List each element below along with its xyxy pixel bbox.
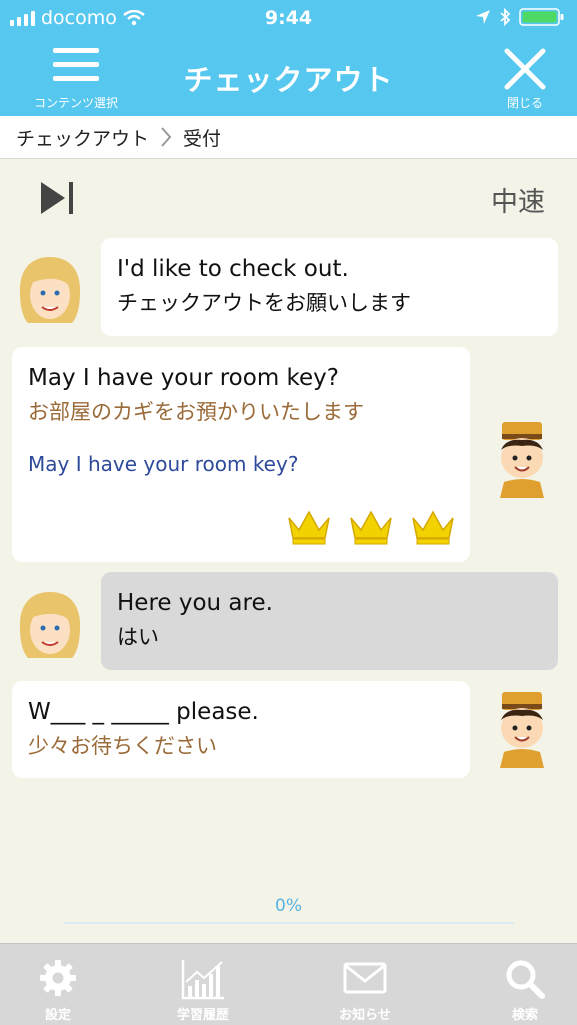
message-en: May I have your room key? [28, 365, 340, 391]
breadcrumb-current: 受付 [183, 127, 222, 150]
tab-bar: 設定 学習履歴 お知らせ 検索 [0, 943, 577, 1025]
close-icon [504, 48, 546, 90]
tab-news[interactable]: お知らせ [315, 954, 415, 1023]
page-title: チェックアウト [183, 63, 394, 97]
crown-icon [350, 510, 392, 545]
tab-label: お知らせ [339, 1008, 391, 1023]
gear-icon [40, 960, 76, 996]
user-answer: May I have your room key? [28, 452, 299, 476]
crown-icon [412, 510, 454, 545]
message-bubble-1[interactable]: I'd like to check out. チェックアウトをお願いします [101, 238, 558, 336]
location-icon [476, 10, 490, 24]
message-ja: 少々お待ちください [28, 734, 217, 758]
message-ja: チェックアウトをお願いします [117, 291, 411, 315]
chart-icon [181, 960, 224, 1000]
search-icon [506, 960, 545, 999]
chevron-right-icon [161, 127, 172, 147]
staff-avatar [500, 422, 544, 498]
tab-label: 学習履歴 [176, 1008, 229, 1023]
score-crowns [286, 506, 456, 546]
tab-search[interactable]: 検索 [475, 954, 575, 1023]
tab-history[interactable]: 学習履歴 [153, 954, 253, 1023]
crown-icon [288, 510, 330, 545]
speed-toggle[interactable]: 中速 [491, 180, 545, 219]
message-ja: お部屋のカギをお預かりいたします [28, 400, 364, 424]
status-bar: docomo 9:44 [0, 0, 577, 38]
message-en: I'd like to check out. [117, 256, 349, 282]
staff-avatar [500, 692, 544, 768]
tab-label: 検索 [511, 1008, 538, 1023]
play-next-button[interactable] [38, 180, 78, 216]
battery-icon [519, 8, 564, 26]
bluetooth-icon [500, 8, 511, 26]
message-bubble-2[interactable]: May I have your room key? お部屋のカギをお預かりいたし… [12, 347, 470, 562]
close-button[interactable]: 閉じる [499, 44, 551, 112]
breadcrumb-parent[interactable]: チェックアウト [16, 124, 149, 151]
skip-forward-icon [41, 182, 73, 214]
tab-label: 設定 [44, 1008, 71, 1023]
header-bar: コンテンツ選択 チェックアウト 閉じる [0, 38, 577, 116]
mail-icon [343, 962, 387, 994]
breadcrumb: チェックアウト 受付 [0, 116, 577, 159]
message-bubble-3[interactable]: Here you are. はい [101, 572, 558, 670]
close-label: 閉じる [506, 96, 543, 110]
message-bubble-4[interactable]: W___ _ _____ please. 少々お待ちください [12, 681, 470, 778]
guest-avatar [19, 257, 81, 323]
progress-label: 0% [275, 896, 302, 916]
message-ja: はい [117, 625, 159, 649]
tab-settings[interactable]: 設定 [8, 954, 108, 1023]
progress-bar [64, 922, 514, 924]
guest-avatar [19, 592, 81, 658]
message-en: Here you are. [117, 590, 273, 616]
message-en: W___ _ _____ please. [28, 699, 259, 725]
